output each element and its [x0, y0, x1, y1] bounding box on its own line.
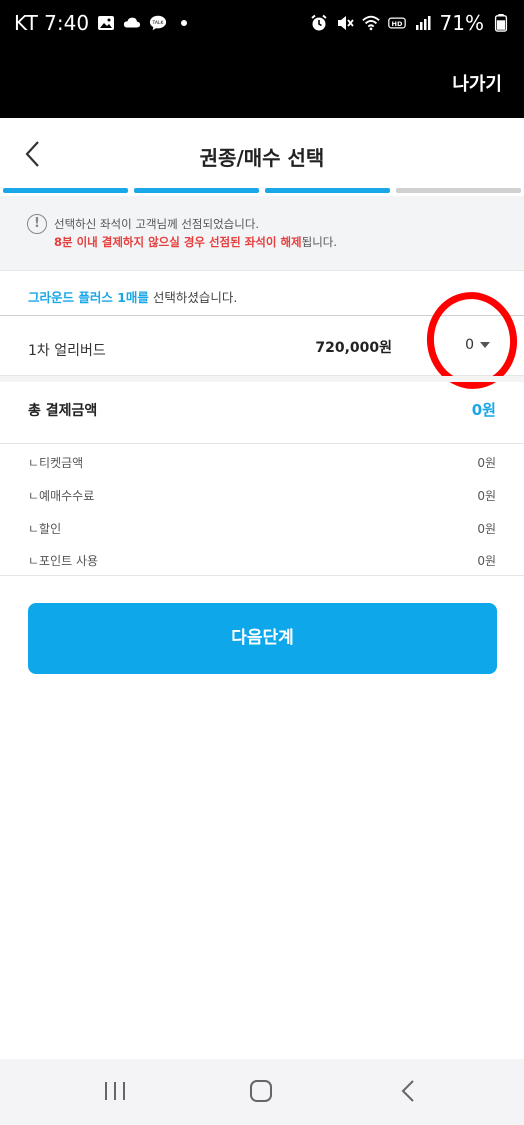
svg-text:HD: HD — [391, 20, 402, 28]
next-step-button[interactable]: 다음단계 — [28, 603, 497, 674]
step-bar-2 — [134, 188, 259, 193]
battery-percent: 71% — [439, 11, 484, 35]
carrier-time: KT 7:40 — [14, 11, 90, 35]
breakdown-value: 0원 — [477, 456, 496, 470]
cloud-icon — [123, 17, 141, 28]
wifi-icon — [361, 15, 380, 31]
ticket-price: 720,000원 — [315, 340, 392, 356]
recent-apps-icon[interactable] — [103, 1079, 127, 1103]
breakdown-value: 0원 — [477, 489, 496, 503]
breakdown-value: 0원 — [477, 522, 496, 536]
hd-icon: HD — [387, 17, 406, 29]
total-label: 총 결제금액 — [28, 403, 98, 419]
step-bar-4 — [396, 188, 521, 193]
breakdown-row: ㄴ할인 0원 — [28, 520, 496, 540]
status-bar: KT 7:40 TALK HD 71% — [0, 0, 524, 46]
breakdown-row: ㄴ티켓금액 0원 — [28, 454, 496, 474]
top-bar: KT 7:40 TALK HD 71% 나가기 — [0, 0, 524, 118]
notice-line-1: 선택하신 좌석이 고객님께 선점되었습니다. — [54, 217, 260, 231]
alarm-icon — [310, 14, 327, 31]
notice-line-2: 8분 이내 결제하지 않으실 경우 선점된 좌석이 해제됩니다. — [54, 234, 337, 250]
signal-icon — [415, 16, 431, 30]
mute-icon — [337, 16, 354, 30]
ticket-name: 1차 얼리버드 — [28, 343, 106, 359]
notice-box: ! 선택하신 좌석이 고객님께 선점되었습니다. 8분 이내 결제하지 않으실 … — [0, 196, 524, 270]
talk-icon: TALK — [149, 15, 167, 31]
system-back-icon[interactable] — [397, 1079, 421, 1103]
breakdown-label: ㄴ예매수수료 — [28, 489, 95, 503]
breakdown-value: 0원 — [477, 554, 496, 568]
breakdown-row: ㄴ포인트 사용 0원 — [28, 552, 496, 572]
step-bar-3 — [265, 188, 390, 193]
step-progress — [3, 188, 521, 193]
total-row: 총 결제금액 0원 — [0, 382, 524, 444]
page-header: 권종/매수 선택 — [0, 118, 524, 188]
dot-icon — [181, 20, 188, 26]
svg-text:TALK: TALK — [152, 20, 165, 26]
breakdown-row: ㄴ예매수수료 0원 — [28, 487, 496, 507]
breakdown-label: ㄴ할인 — [28, 522, 62, 536]
notice-warning: 8분 이내 결제하지 않으실 경우 선점된 좌석이 해제 — [54, 235, 302, 249]
selection-text: 선택하셨습니다. — [148, 290, 238, 305]
info-icon: ! — [27, 214, 47, 234]
exit-button[interactable]: 나가기 — [452, 70, 502, 96]
system-nav-bar — [0, 1059, 524, 1125]
step-bar-1 — [3, 188, 128, 193]
breakdown-label: ㄴ포인트 사용 — [28, 554, 99, 568]
notice-line-2-rest: 됩니다. — [301, 235, 338, 249]
breakdown-label: ㄴ티켓금액 — [28, 456, 84, 470]
gallery-icon — [98, 16, 115, 30]
home-icon[interactable] — [249, 1079, 273, 1103]
selected-seat-highlight: 그라운드 플러스 1매를 — [28, 290, 149, 305]
battery-icon — [494, 14, 508, 32]
page-title: 권종/매수 선택 — [199, 146, 325, 170]
total-value: 0원 — [471, 401, 496, 419]
price-breakdown: ㄴ티켓금액 0원 ㄴ예매수수료 0원 ㄴ할인 0원 ㄴ포인트 사용 0원 — [0, 444, 524, 576]
